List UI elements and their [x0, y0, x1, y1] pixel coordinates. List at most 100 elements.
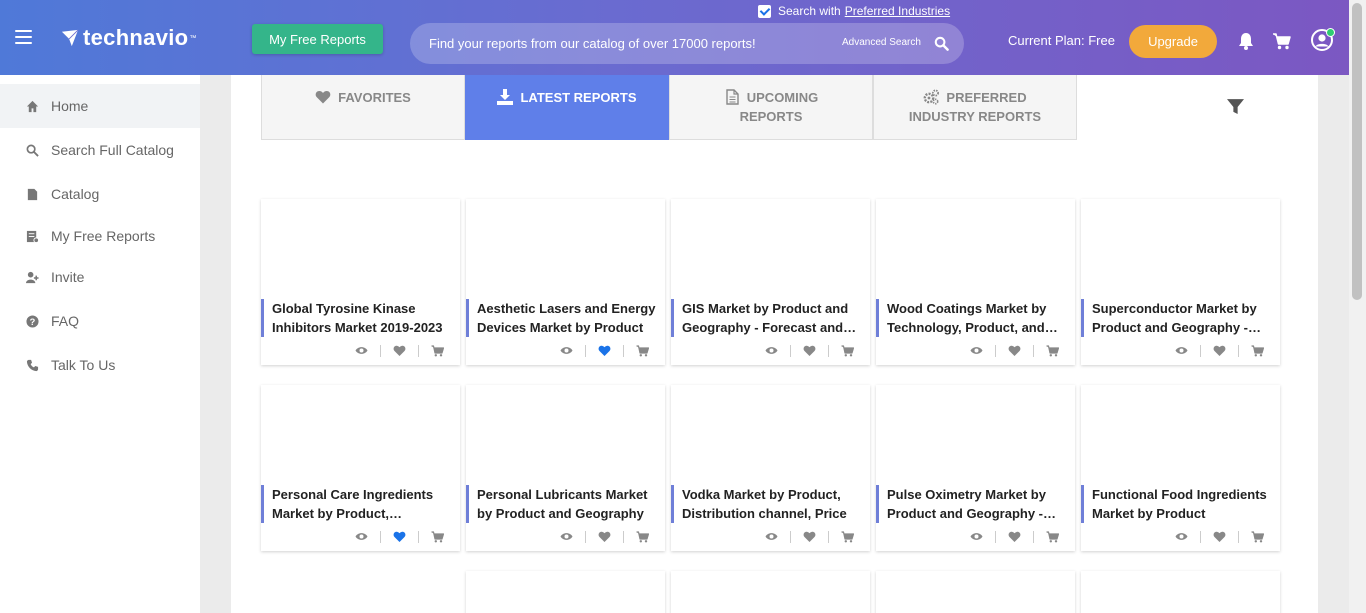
add-to-cart-icon[interactable]: [1046, 530, 1059, 543]
search-icon: [26, 144, 39, 157]
tab-preferred-industry-reports[interactable]: PREFERRED INDUSTRY REPORTS: [873, 75, 1077, 140]
report-card[interactable]: Pulse Oximetry Market by Product and Geo…: [876, 385, 1075, 551]
favorite-heart-icon[interactable]: [598, 344, 611, 357]
preferred-search-checkbox[interactable]: [758, 4, 771, 18]
tab-latest-reports-label: LATEST REPORTS: [520, 90, 637, 105]
sidebar-item-label: Catalog: [51, 186, 100, 202]
report-title[interactable]: Personal Lubricants Market by Product an…: [466, 485, 665, 523]
report-title[interactable]: Functional Food Ingredients Market by Pr…: [1081, 485, 1280, 523]
view-icon[interactable]: [355, 344, 368, 357]
sidebar-item-faq[interactable]: ? FAQ: [0, 299, 200, 343]
filter-icon[interactable]: [1227, 98, 1244, 115]
tab-upcoming-reports[interactable]: UPCOMING REPORTS: [669, 75, 873, 140]
report-card[interactable]: Functional Food Ingredients Market by Pr…: [1081, 385, 1280, 551]
view-icon[interactable]: [970, 344, 983, 357]
cogs-icon: [923, 89, 940, 105]
file-icon: [724, 89, 740, 105]
report-title[interactable]: Aesthetic Lasers and Energy Devices Mark…: [466, 299, 665, 337]
add-to-cart-icon[interactable]: [431, 344, 444, 357]
view-icon[interactable]: [765, 344, 778, 357]
report-title[interactable]: Superconductor Market by Product and Geo…: [1081, 299, 1280, 337]
report-card[interactable]: Aesthetic Lasers and Energy Devices Mark…: [466, 199, 665, 365]
action-divider: [828, 530, 829, 543]
favorite-heart-icon[interactable]: [1008, 344, 1021, 357]
favorite-heart-icon[interactable]: [1008, 530, 1021, 543]
view-icon[interactable]: [560, 530, 573, 543]
view-icon[interactable]: [970, 530, 983, 543]
favorite-heart-icon[interactable]: [1213, 530, 1226, 543]
sidebar-item-label: Search Full Catalog: [51, 142, 174, 158]
report-title[interactable]: Pulse Oximetry Market by Product and Geo…: [876, 485, 1075, 523]
upgrade-button[interactable]: Upgrade: [1129, 25, 1217, 58]
report-title[interactable]: Personal Care Ingredients Market by Prod…: [261, 485, 460, 523]
report-actions: [355, 530, 444, 543]
view-icon[interactable]: [560, 344, 573, 357]
sidebar-item-label: Home: [51, 98, 89, 114]
report-card[interactable]: [671, 571, 870, 613]
view-icon[interactable]: [1175, 344, 1188, 357]
action-divider: [380, 344, 381, 357]
tab-upcoming-label-line2: REPORTS: [739, 109, 803, 124]
sidebar-item-search-full-catalog[interactable]: Search Full Catalog: [0, 128, 200, 172]
report-tabs: FAVORITES LATEST REPORTS UPCOMING REPORT…: [261, 75, 1077, 140]
tab-latest-reports[interactable]: LATEST REPORTS: [465, 75, 669, 140]
report-card[interactable]: Wood Coatings Market by Technology, Prod…: [876, 199, 1075, 365]
report-title[interactable]: Global Tyrosine Kinase Inhibitors Market…: [261, 299, 460, 337]
report-card[interactable]: Vodka Market by Product, Distribution ch…: [671, 385, 870, 551]
report-card[interactable]: [466, 571, 665, 613]
report-card[interactable]: Personal Lubricants Market by Product an…: [466, 385, 665, 551]
favorite-heart-icon[interactable]: [598, 530, 611, 543]
search-input[interactable]: Find your reports from our catalog of ov…: [429, 36, 756, 51]
add-to-cart-icon[interactable]: [431, 530, 444, 543]
tab-upcoming-label-line1: UPCOMING: [746, 90, 819, 105]
report-title[interactable]: Wood Coatings Market by Technology, Prod…: [876, 299, 1075, 337]
question-icon: ?: [26, 314, 39, 328]
my-free-reports-button[interactable]: My Free Reports: [252, 24, 383, 54]
tab-favorites-label: FAVORITES: [338, 90, 411, 105]
menu-icon[interactable]: [15, 30, 32, 44]
add-to-cart-icon[interactable]: [841, 530, 854, 543]
report-title[interactable]: Vodka Market by Product, Distribution ch…: [671, 485, 870, 523]
view-icon[interactable]: [765, 530, 778, 543]
sidebar-item-catalog[interactable]: Catalog: [0, 172, 200, 216]
search-bar[interactable]: Find your reports from our catalog of ov…: [410, 23, 964, 64]
favorite-heart-icon[interactable]: [393, 530, 406, 543]
advanced-search-link[interactable]: Advanced Search: [842, 37, 921, 48]
report-card[interactable]: [1081, 571, 1280, 613]
tab-favorites[interactable]: FAVORITES: [261, 75, 465, 140]
favorite-heart-icon[interactable]: [1213, 344, 1226, 357]
report-card[interactable]: [876, 571, 1075, 613]
report-card[interactable]: GIS Market by Product and Geography - Fo…: [671, 199, 870, 365]
sidebar-item-talk-to-us[interactable]: Talk To Us: [0, 343, 200, 387]
favorite-heart-icon[interactable]: [803, 530, 816, 543]
action-divider: [623, 530, 624, 543]
add-to-cart-icon[interactable]: [1046, 344, 1059, 357]
report-card[interactable]: Personal Care Ingredients Market by Prod…: [261, 385, 460, 551]
sidebar-item-my-free-reports[interactable]: My Free Reports: [0, 214, 200, 258]
heart-icon: [315, 89, 331, 105]
favorite-heart-icon[interactable]: [393, 344, 406, 357]
add-to-cart-icon[interactable]: [636, 530, 649, 543]
action-divider: [585, 344, 586, 357]
action-divider: [1033, 530, 1034, 543]
add-to-cart-icon[interactable]: [1251, 530, 1264, 543]
sidebar-item-home[interactable]: Home: [0, 84, 200, 128]
sidebar-item-invite[interactable]: Invite: [0, 255, 200, 299]
view-icon[interactable]: [355, 530, 368, 543]
report-title[interactable]: GIS Market by Product and Geography - Fo…: [671, 299, 870, 337]
cart-icon[interactable]: [1272, 31, 1292, 51]
report-card[interactable]: Superconductor Market by Product and Geo…: [1081, 199, 1280, 365]
add-to-cart-icon[interactable]: [636, 344, 649, 357]
view-icon[interactable]: [1175, 530, 1188, 543]
favorite-heart-icon[interactable]: [803, 344, 816, 357]
report-card[interactable]: Global Tyrosine Kinase Inhibitors Market…: [261, 199, 460, 365]
add-to-cart-icon[interactable]: [841, 344, 854, 357]
technavio-logo[interactable]: technavio ™: [61, 25, 196, 51]
page-scrollbar-thumb[interactable]: [1352, 3, 1362, 300]
search-icon[interactable]: [934, 36, 949, 51]
bell-icon[interactable]: [1236, 31, 1256, 51]
preferred-industries-link[interactable]: Preferred Industries: [845, 4, 950, 18]
add-to-cart-icon[interactable]: [1251, 344, 1264, 357]
current-plan: Current Plan: Free: [1008, 33, 1115, 48]
sidebar: Home Search Full Catalog Catalog My Free…: [0, 75, 200, 613]
